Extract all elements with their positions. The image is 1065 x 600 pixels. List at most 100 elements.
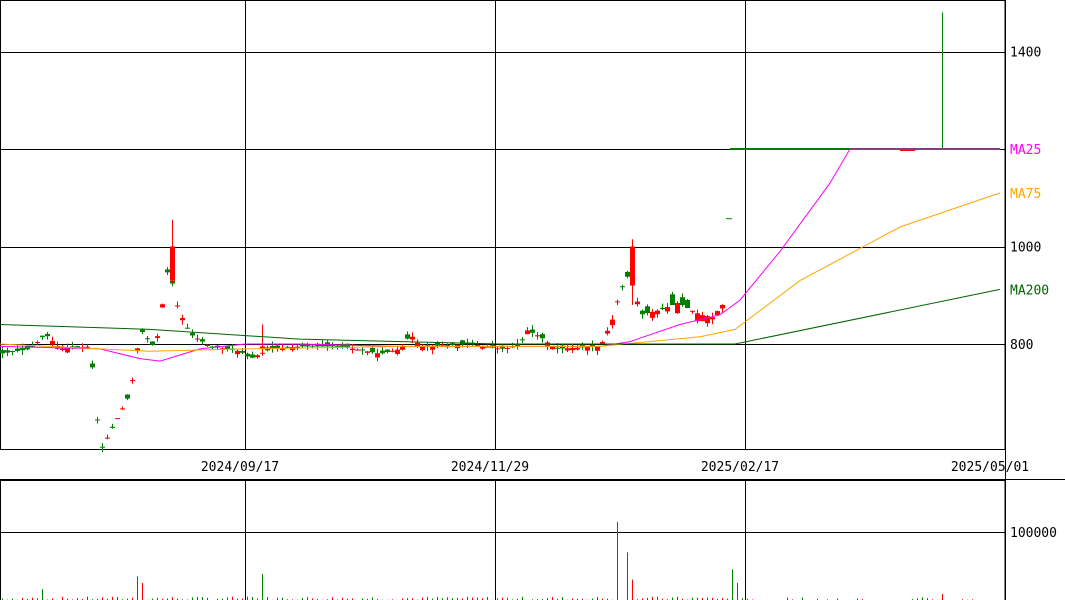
candle-body <box>175 305 180 307</box>
candle-body <box>585 347 590 351</box>
candle <box>545 340 550 351</box>
volume-axis-ticks: 100000 <box>1010 526 1057 541</box>
candle-body <box>655 310 660 315</box>
candle <box>195 334 200 343</box>
candle <box>345 343 350 350</box>
candle-body <box>620 286 625 288</box>
candle-body <box>205 344 210 347</box>
candle <box>375 348 380 362</box>
candle <box>630 239 635 305</box>
candle-body <box>615 301 620 303</box>
candle-body <box>95 419 100 421</box>
candle <box>620 284 625 291</box>
stock-chart: 80010001400 MA25MA75MA200 2024/09/17 2024… <box>0 0 1065 600</box>
candle <box>535 331 540 340</box>
candle-body <box>650 311 655 318</box>
candle-body <box>540 334 545 339</box>
candle-body <box>690 310 695 312</box>
candle <box>530 325 535 337</box>
price-tick-label: 1000 <box>1010 241 1041 256</box>
candle-body <box>685 299 690 309</box>
candle-body <box>190 332 195 336</box>
candle <box>675 301 680 314</box>
candle-body <box>45 333 50 337</box>
candle-body <box>720 305 725 309</box>
candle-body <box>255 355 260 358</box>
candle <box>285 345 290 348</box>
candle <box>365 351 370 356</box>
candlestick-series <box>0 12 1000 453</box>
candle-body <box>570 347 575 351</box>
candle <box>185 323 190 329</box>
candle-body <box>505 348 510 350</box>
candle <box>585 346 590 356</box>
candle-body <box>5 350 10 353</box>
candle-body <box>50 341 55 345</box>
candle <box>655 309 660 318</box>
candle <box>420 344 425 352</box>
candle <box>385 349 390 354</box>
candle-body <box>65 348 70 353</box>
candle-body <box>185 327 190 329</box>
candle <box>300 342 305 348</box>
ma-label-ma75: MA75 <box>1010 187 1041 202</box>
candle <box>635 297 640 307</box>
candle <box>255 354 260 359</box>
candle <box>50 336 55 347</box>
candle-body <box>130 380 135 382</box>
candle-body <box>555 347 560 349</box>
candle <box>690 310 695 314</box>
candle <box>405 331 410 340</box>
candle <box>640 309 645 319</box>
candle <box>705 314 710 327</box>
candle <box>10 350 15 356</box>
candle-body <box>40 335 45 338</box>
candle <box>500 344 505 353</box>
candle-body <box>125 394 130 399</box>
candle <box>595 345 600 356</box>
candle <box>685 298 690 309</box>
candle <box>325 340 330 351</box>
candle-body <box>380 350 385 354</box>
candle <box>645 304 650 316</box>
candle-body <box>645 306 650 314</box>
candle-body <box>390 350 395 352</box>
candle-body <box>600 341 605 344</box>
candle <box>110 423 115 429</box>
candle <box>520 336 525 344</box>
candle-body <box>630 246 635 286</box>
candle-body <box>360 349 365 351</box>
candle-body <box>235 350 240 355</box>
candle-body <box>200 339 205 342</box>
candle <box>665 303 670 314</box>
candle-body <box>605 330 610 334</box>
candle <box>610 314 615 329</box>
candle <box>175 301 180 309</box>
candle-body <box>150 341 155 345</box>
candle-body <box>670 294 675 305</box>
candle <box>270 341 275 353</box>
candle <box>395 345 400 356</box>
candle-body <box>245 353 250 357</box>
candle <box>95 416 100 424</box>
volume-bar-series <box>2 521 973 600</box>
candle <box>275 343 280 352</box>
candle-body <box>530 329 535 333</box>
candle-body <box>180 318 185 321</box>
candle-body <box>355 349 360 351</box>
candle <box>710 312 715 325</box>
candle <box>100 443 105 453</box>
candle <box>130 377 135 384</box>
moving-average-lines <box>0 148 1001 362</box>
candle <box>145 335 150 343</box>
candle-body <box>195 338 200 340</box>
candle <box>320 340 325 347</box>
candle-body <box>25 345 30 350</box>
candle-body <box>370 347 375 353</box>
candle <box>220 347 225 354</box>
candle <box>115 418 120 420</box>
price-frame <box>0 0 1006 450</box>
candle-body <box>90 363 95 368</box>
candle-body <box>0 350 5 354</box>
candle <box>5 347 10 357</box>
